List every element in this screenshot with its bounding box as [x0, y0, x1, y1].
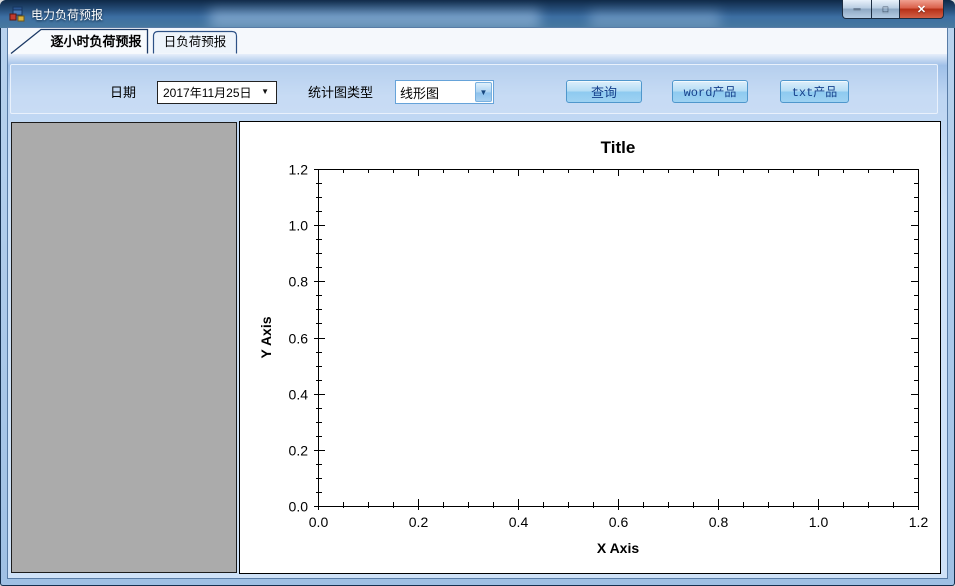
maximize-icon: □: [882, 4, 889, 14]
svg-text:0.6: 0.6: [289, 331, 309, 347]
close-icon: ✕: [916, 3, 927, 16]
minimize-icon: ─: [853, 3, 861, 15]
close-button[interactable]: ✕: [900, 0, 944, 19]
svg-text:0.0: 0.0: [289, 499, 309, 515]
svg-text:0.8: 0.8: [709, 514, 729, 530]
svg-text:X Axis: X Axis: [597, 540, 639, 556]
tab-hourly-forecast[interactable]: 逐小时负荷预报: [10, 28, 149, 55]
caption-buttons: ─ □ ✕: [842, 0, 944, 19]
svg-text:0.2: 0.2: [289, 443, 309, 459]
tab-strip: 逐小时负荷预报 日负荷预报: [8, 28, 947, 55]
query-button-label: 查询: [590, 85, 617, 100]
window-title: 电力负荷预报: [31, 8, 104, 22]
tab-daily-forecast-label: 日负荷预报: [164, 34, 227, 49]
chart-type-dropdown-value: 线形图: [400, 85, 440, 101]
svg-text:0.8: 0.8: [289, 274, 309, 290]
titlebar-gloss: [590, 12, 720, 28]
chevron-down-icon: ▼: [261, 87, 269, 96]
chart-type-label: 统计图类型: [308, 85, 374, 100]
chart-type-dropdown[interactable]: 线形图 ▼: [395, 80, 494, 104]
tab-hourly-forecast-label: 逐小时负荷预报: [50, 34, 142, 49]
txt-export-button[interactable]: txt产品: [780, 80, 849, 103]
svg-text:0.6: 0.6: [609, 514, 629, 530]
svg-text:0.4: 0.4: [509, 514, 529, 530]
tab-page-hourly: 日期 2017年11月25日 ▼ 统计图类型 线形图 ▼ 查询 word产品 t…: [8, 54, 947, 578]
left-data-panel: [11, 122, 237, 573]
svg-text:Title: Title: [601, 138, 636, 157]
svg-text:0.0: 0.0: [309, 514, 329, 530]
empty-line-chart: 0.0 0.2 0.4 0.6 0.8 1.0 1.2 0.0 0.2 0.4 0.6 0.8 1.0 1…: [258, 138, 929, 556]
date-label: 日期: [110, 85, 137, 100]
word-export-button[interactable]: word产品: [672, 80, 748, 103]
svg-text:1.2: 1.2: [289, 162, 309, 178]
app-window: 电力负荷预报 ─ □ ✕ 逐小时负荷预报 日负荷预报 日期 2017年11月25…: [0, 0, 955, 586]
word-export-button-label: word产品: [683, 86, 737, 100]
query-button[interactable]: 查询: [566, 80, 642, 103]
svg-text:0.4: 0.4: [289, 387, 309, 403]
svg-text:0.2: 0.2: [409, 514, 429, 530]
svg-text:1.0: 1.0: [289, 218, 309, 234]
client-area: 逐小时负荷预报 日负荷预报 日期 2017年11月25日 ▼ 统计图类型 线形图: [8, 28, 947, 578]
dropdown-button[interactable]: ▼: [475, 82, 492, 102]
minimize-button[interactable]: ─: [842, 0, 872, 19]
maximize-button[interactable]: □: [872, 0, 900, 19]
svg-text:Y Axis: Y Axis: [258, 316, 274, 358]
txt-export-button-label: txt产品: [791, 86, 838, 100]
date-dropdown[interactable]: 2017年11月25日 ▼: [157, 81, 277, 104]
date-dropdown-value: 2017年11月25日: [163, 86, 252, 100]
title-bar[interactable]: 电力负荷预报 ─ □ ✕: [0, 0, 955, 28]
chevron-down-icon: ▼: [479, 87, 488, 97]
svg-text:1.0: 1.0: [809, 514, 829, 530]
app-icon: [9, 6, 25, 22]
svg-text:1.2: 1.2: [909, 514, 929, 530]
tab-daily-forecast[interactable]: 日负荷预报: [152, 30, 238, 54]
titlebar-gloss: [210, 10, 540, 28]
chart-panel: 0.0 0.2 0.4 0.6 0.8 1.0 1.2 0.0 0.2 0.4 0.6 0.8 1.0 1…: [239, 121, 941, 574]
